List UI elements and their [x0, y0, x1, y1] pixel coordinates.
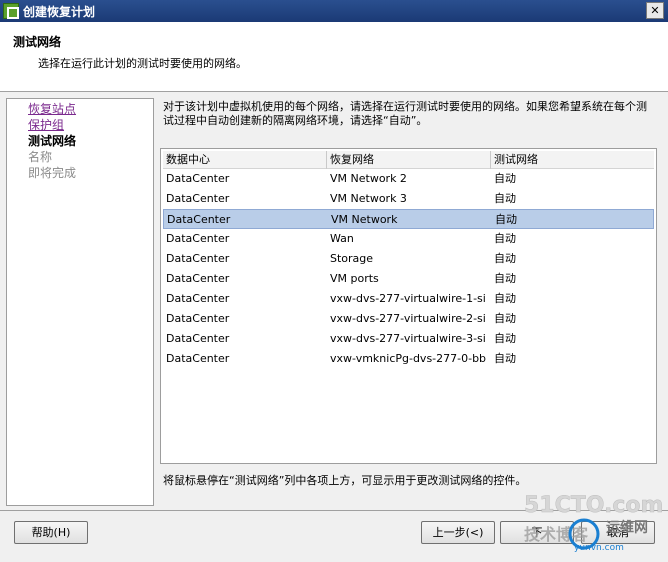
next-button[interactable]: 下	[500, 521, 574, 544]
help-button[interactable]: 帮助(H)	[14, 521, 88, 544]
step-subtitle: 选择在运行此计划的测试时要使用的网络。	[38, 57, 247, 70]
test-network-cell[interactable]: 自动	[491, 309, 651, 329]
table-row[interactable]: DataCenter vxw-dvs-277-virtualwire-1-si.…	[163, 289, 654, 309]
table-row[interactable]: DataCenter VM Network 3 自动	[163, 189, 654, 209]
step-title: 测试网络	[13, 35, 62, 49]
close-button[interactable]: ✕	[646, 2, 664, 19]
back-button[interactable]: 上一步(<)	[421, 521, 495, 544]
step-recovery-site[interactable]: 恢复站点	[28, 101, 153, 117]
datacenter-cell: DataCenter	[166, 252, 230, 265]
datacenter-cell: DataCenter	[166, 332, 230, 345]
datacenter-cell: DataCenter	[166, 352, 230, 365]
step-ready-to-complete: 即将完成	[28, 166, 77, 180]
datacenter-cell: DataCenter	[167, 213, 231, 226]
wizard-header: 测试网络 选择在运行此计划的测试时要使用的网络。	[0, 22, 668, 92]
recovery-network-cell: vxw-vmknicPg-dvs-277-0-bb...	[330, 352, 487, 365]
table-row[interactable]: DataCenter vxw-vmknicPg-dvs-277-0-bb... …	[163, 349, 654, 369]
column-header-recovery-network[interactable]: 恢复网络	[327, 151, 491, 169]
window-title: 创建恢复计划	[23, 5, 96, 19]
datacenter-cell: DataCenter	[166, 312, 230, 325]
datacenter-cell: DataCenter	[166, 172, 230, 185]
footer-divider	[0, 510, 668, 511]
datacenter-cell: DataCenter	[166, 232, 230, 245]
table-row-selected[interactable]: DataCenter VM Network 自动	[163, 209, 654, 229]
recovery-network-cell: VM ports	[330, 272, 379, 285]
watermark-site: 51CTO.com	[524, 493, 663, 518]
recovery-network-cell: VM Network 3	[330, 192, 407, 205]
recovery-network-cell: vxw-dvs-277-virtualwire-3-si...	[330, 332, 487, 345]
table-row[interactable]: DataCenter Storage 自动	[163, 249, 654, 269]
recovery-network-cell: VM Network 2	[330, 172, 407, 185]
datacenter-cell: DataCenter	[166, 192, 230, 205]
datacenter-cell: DataCenter	[166, 292, 230, 305]
step-protection-group[interactable]: 保护组	[28, 117, 153, 133]
test-network-cell[interactable]: 自动	[491, 269, 651, 289]
test-network-cell[interactable]: 自动	[491, 349, 651, 369]
step-name: 名称	[28, 150, 53, 164]
recovery-network-cell: vxw-dvs-277-virtualwire-2-si...	[330, 312, 487, 325]
recovery-network-cell: Storage	[330, 252, 374, 265]
test-network-cell[interactable]: 自动	[491, 289, 651, 309]
column-header-datacenter[interactable]: 数据中心	[163, 151, 327, 169]
table-row[interactable]: DataCenter Wan 自动	[163, 229, 654, 249]
watermark-url: yunvn.com	[574, 543, 624, 553]
close-icon: ✕	[650, 4, 660, 17]
step-test-network: 测试网络	[28, 134, 77, 148]
table-row[interactable]: DataCenter vxw-dvs-277-virtualwire-2-si.…	[163, 309, 654, 329]
test-network-cell[interactable]: 自动	[491, 229, 651, 249]
column-header-test-network[interactable]: 测试网络	[491, 151, 656, 169]
title-bar: 创建恢复计划 ✕	[0, 0, 668, 22]
table-row[interactable]: DataCenter vxw-dvs-277-virtualwire-3-si.…	[163, 329, 654, 349]
network-mapping-table: 数据中心 恢复网络 测试网络 DataCenter VM Network 2 自…	[160, 148, 657, 464]
recovery-network-cell: VM Network	[331, 213, 398, 226]
recovery-network-cell: Wan	[330, 232, 354, 245]
table-row[interactable]: DataCenter VM ports 自动	[163, 269, 654, 289]
table-header: 数据中心 恢复网络 测试网络	[163, 151, 654, 169]
test-network-cell[interactable]: 自动	[491, 189, 651, 209]
wizard-steps-nav: 恢复站点 保护组 测试网络 名称 即将完成	[6, 98, 154, 506]
app-icon	[3, 3, 19, 19]
test-network-cell[interactable]: 自动	[491, 249, 651, 269]
cancel-button[interactable]: 取消	[581, 521, 655, 544]
test-network-cell[interactable]: 自动	[492, 210, 652, 230]
hover-hint: 将鼠标悬停在“测试网络”列中各项上方，可显示用于更改测试网络的控件。	[163, 474, 527, 487]
test-network-cell[interactable]: 自动	[491, 169, 651, 189]
step-description: 对于该计划中虚拟机使用的每个网络，请选择在运行测试时要使用的网络。如果您希望系统…	[163, 100, 647, 127]
test-network-cell[interactable]: 自动	[491, 329, 651, 349]
table-row[interactable]: DataCenter VM Network 2 自动	[163, 169, 654, 189]
recovery-network-cell: vxw-dvs-277-virtualwire-1-si...	[330, 292, 487, 305]
datacenter-cell: DataCenter	[166, 272, 230, 285]
